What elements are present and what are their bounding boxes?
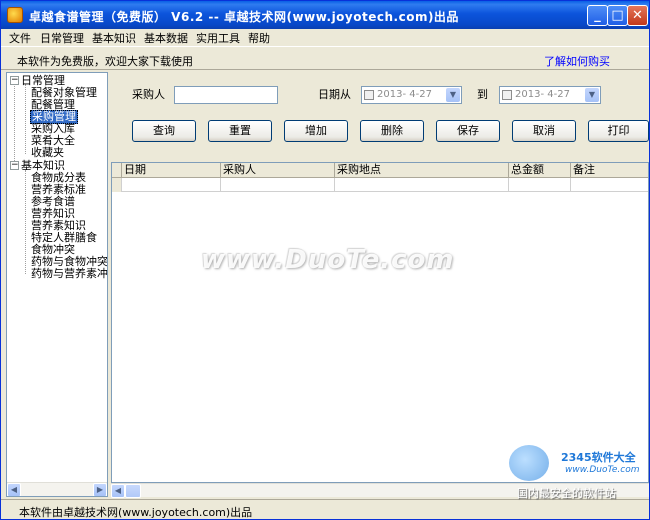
minimize-button[interactable]: _ xyxy=(587,5,608,26)
date-to-value: 2013- 4-27 xyxy=(515,89,570,100)
how-to-buy-link[interactable]: 了解如何购买 xyxy=(544,53,610,69)
table-header: 日期 采购人 采购地点 总金额 备注 xyxy=(112,163,648,178)
tree-item-drug-nutrient-conflict[interactable]: 药物与营养素冲突 xyxy=(31,268,107,280)
cell-location[interactable] xyxy=(335,178,509,192)
column-total-amount[interactable]: 总金额 xyxy=(509,163,571,178)
date-from-value: 2013- 4-27 xyxy=(377,89,432,100)
row-indicator xyxy=(112,178,122,192)
save-button[interactable]: 保存 xyxy=(436,120,500,142)
title-bar[interactable]: 卓越食谱管理（免费版） V6.2 -- 卓越技术网(www.joyotech.c… xyxy=(1,1,649,29)
date-to-picker[interactable]: 2013- 4-27 ▼ xyxy=(499,86,601,104)
maximize-button[interactable]: □ xyxy=(607,5,628,26)
menu-basic-knowledge[interactable]: 基本知识 xyxy=(92,30,136,46)
column-remarks[interactable]: 备注 xyxy=(571,163,648,178)
menu-file[interactable]: 文件 xyxy=(9,30,31,46)
collapse-toggle-icon[interactable]: − xyxy=(10,76,19,85)
watermark-logo-icon xyxy=(509,445,549,481)
status-bar: 本软件由卓越技术网(www.joyotech.com)出品 xyxy=(1,499,649,519)
print-button[interactable]: 打印 xyxy=(588,120,649,142)
watermark-site: www.DuoTe.com xyxy=(565,465,640,475)
buyer-label: 采购人 xyxy=(132,88,165,101)
cell-date[interactable] xyxy=(122,178,221,192)
cell-remarks[interactable] xyxy=(571,178,648,192)
watermark-brand: 2345软件大全 xyxy=(561,451,636,464)
menu-tools[interactable]: 实用工具 xyxy=(196,30,240,46)
scroll-left-icon[interactable]: ◀ xyxy=(111,484,125,498)
dropdown-arrow-icon[interactable]: ▼ xyxy=(446,88,460,102)
dropdown-arrow-icon[interactable]: ▼ xyxy=(585,88,599,102)
tree-horizontal-scrollbar[interactable]: ◀ ▶ xyxy=(7,482,107,496)
navigation-tree: − 日常管理 配餐对象管理 配餐管理 采购管理 采购入库 菜肴大全 收藏夹 − … xyxy=(6,72,108,497)
menu-help[interactable]: 帮助 xyxy=(248,30,270,46)
filter-area: 采购人 日期从 2013- 4-27 ▼ 到 2013- 4-27 ▼ 查询 重… xyxy=(111,72,649,162)
column-buyer[interactable]: 采购人 xyxy=(221,163,335,178)
date-from-checkbox[interactable] xyxy=(364,90,374,100)
tree-connector xyxy=(25,84,26,154)
add-button[interactable]: 增加 xyxy=(284,120,348,142)
menu-bar: 文件 日常管理 基本知识 基本数据 实用工具 帮助 xyxy=(1,29,649,46)
tree-connector xyxy=(14,84,15,165)
cancel-button[interactable]: 取消 xyxy=(512,120,576,142)
date-to-label: 到 xyxy=(477,88,488,101)
date-from-label: 日期从 xyxy=(318,88,351,101)
column-location[interactable]: 采购地点 xyxy=(335,163,509,178)
table-row[interactable] xyxy=(112,178,648,192)
menu-basic-data[interactable]: 基本数据 xyxy=(144,30,188,46)
close-button[interactable]: ✕ xyxy=(627,5,648,26)
duote-watermark: www.DuoTe.com xyxy=(201,245,455,275)
purchase-management-panel: 采购人 日期从 2013- 4-27 ▼ 到 2013- 4-27 ▼ 查询 重… xyxy=(111,72,649,498)
notice-bar: 本软件为免费版，欢迎大家下载使用 了解如何购买 xyxy=(1,46,649,70)
corner-watermark: 2345软件大全 www.DuoTe.com 国内最安全的软件站 xyxy=(509,445,649,501)
reset-button[interactable]: 重置 xyxy=(208,120,272,142)
free-version-notice: 本软件为免费版，欢迎大家下载使用 xyxy=(17,55,193,68)
row-indicator-header xyxy=(112,163,122,178)
scroll-thumb[interactable] xyxy=(125,484,141,498)
column-date[interactable]: 日期 xyxy=(122,163,221,178)
purchase-table: 日期 采购人 采购地点 总金额 备注 xyxy=(111,162,649,483)
menu-daily-management[interactable]: 日常管理 xyxy=(40,30,84,46)
date-from-picker[interactable]: 2013- 4-27 ▼ xyxy=(361,86,462,104)
delete-button[interactable]: 删除 xyxy=(360,120,424,142)
tree-connector xyxy=(25,170,26,274)
cell-buyer[interactable] xyxy=(221,178,335,192)
query-button[interactable]: 查询 xyxy=(132,120,196,142)
status-text: 本软件由卓越技术网(www.joyotech.com)出品 xyxy=(19,506,253,519)
app-window: 卓越食谱管理（免费版） V6.2 -- 卓越技术网(www.joyotech.c… xyxy=(0,0,650,520)
tree-item-favorites[interactable]: 收藏夹 xyxy=(31,147,64,159)
cell-total-amount[interactable] xyxy=(509,178,571,192)
watermark-slogan: 国内最安全的软件站 xyxy=(517,487,616,500)
app-logo-icon xyxy=(7,7,23,23)
date-to-checkbox[interactable] xyxy=(502,90,512,100)
scroll-right-icon[interactable]: ▶ xyxy=(93,483,107,496)
scroll-left-icon[interactable]: ◀ xyxy=(7,483,21,496)
collapse-toggle-icon[interactable]: − xyxy=(10,161,19,170)
buyer-input[interactable] xyxy=(174,86,278,104)
window-title: 卓越食谱管理（免费版） V6.2 -- 卓越技术网(www.joyotech.c… xyxy=(29,10,459,24)
